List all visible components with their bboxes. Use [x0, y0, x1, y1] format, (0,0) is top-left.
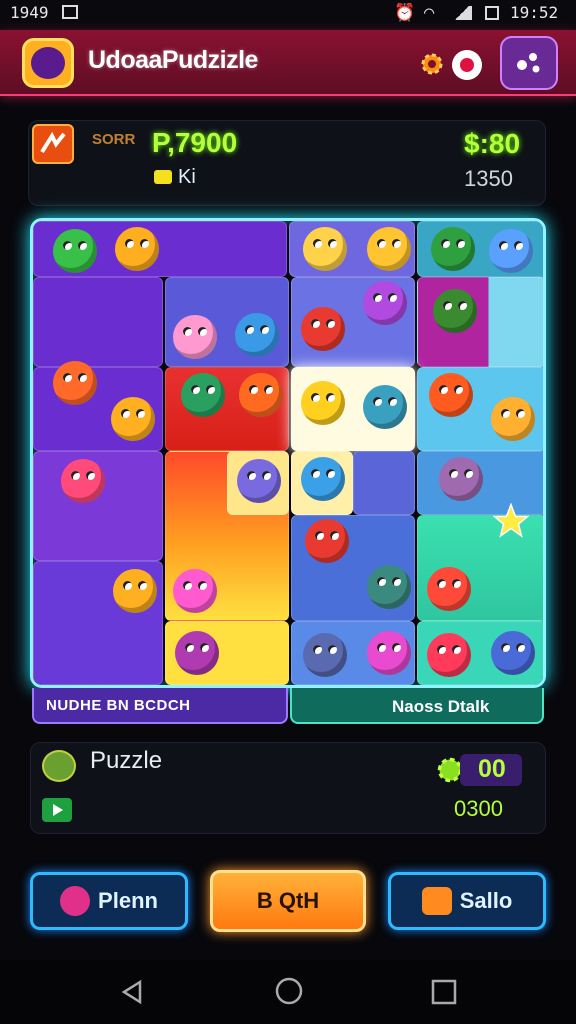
creature-icon [491, 631, 535, 675]
stats-label: SORR [92, 131, 136, 148]
creature-icon [173, 315, 217, 359]
creature-icon [363, 281, 407, 325]
center-action-label: B QtH [256, 888, 320, 913]
creature-icon [237, 459, 281, 503]
creature-icon [111, 397, 155, 441]
trophy-icon [32, 124, 74, 164]
creature-icon [173, 569, 217, 613]
sale-button-icon [421, 887, 452, 915]
play-button-label: Plenn [98, 888, 158, 913]
creature-icon [367, 631, 411, 675]
creature-icon [439, 457, 483, 501]
center-action-button[interactable]: B QtH [210, 870, 366, 932]
puzzle-board[interactable] [30, 218, 546, 688]
image-icon [62, 5, 78, 19]
creature-icon [367, 227, 411, 271]
info-title: Puzzle [90, 747, 163, 774]
creature-icon [429, 373, 473, 417]
coin-icon [154, 170, 172, 184]
puzzle-creature-icon [42, 750, 76, 782]
menu-button[interactable] [500, 36, 558, 90]
creature-icon [61, 459, 105, 503]
creature-icon [427, 633, 471, 677]
creature-icon [235, 313, 279, 357]
money-value: $:80 [464, 128, 521, 159]
creature-icon [489, 229, 533, 273]
puzzle-piece[interactable] [353, 451, 415, 515]
signal-icon [452, 6, 472, 20]
info-value: 0300 [454, 796, 503, 821]
creature-icon [301, 457, 345, 501]
creature-icon [363, 385, 407, 429]
creature-icon [175, 631, 219, 675]
score-value: P,7900 [152, 127, 238, 158]
creature-icon [301, 307, 345, 351]
sale-button[interactable]: Sallo [388, 872, 546, 930]
creature-icon [427, 567, 471, 611]
creature-icon [367, 565, 411, 609]
creature-icon [491, 397, 535, 441]
home-icon[interactable] [274, 976, 304, 1006]
logo-mark-icon [31, 47, 65, 79]
creature-icon [53, 361, 97, 405]
status-time-right: 19:52 [510, 3, 559, 22]
creature-icon [113, 569, 157, 613]
star-icon [493, 503, 529, 538]
recents-icon[interactable] [430, 978, 458, 1006]
creature-icon [433, 289, 477, 333]
play-button[interactable]: Plenn [30, 872, 188, 930]
navigation-bar [0, 960, 576, 1024]
battery-icon [485, 6, 499, 20]
board-caption-right: Naoss Dtalk [392, 697, 490, 716]
board-caption-left: NUDHE BN BCDCH [46, 697, 191, 714]
alarm-icon: ⏰ [394, 3, 416, 23]
sub-label: Ki [178, 166, 196, 188]
badge-value: 00 [478, 755, 506, 783]
creature-icon [305, 519, 349, 563]
creature-icon [431, 227, 475, 271]
puzzle-piece[interactable] [33, 277, 163, 367]
gear-icon[interactable] [420, 52, 444, 76]
wifi-icon: ◠ [424, 3, 435, 23]
count-value: 1350 [464, 166, 513, 191]
creature-icon [181, 373, 225, 417]
creature-icon [115, 227, 159, 271]
status-bar: 1949 ⏰ ◠ 19:52 [0, 0, 576, 26]
play-icon[interactable] [42, 798, 72, 822]
sale-button-label: Sallo [459, 888, 513, 913]
creature-icon [53, 229, 97, 273]
creature-icon [239, 373, 283, 417]
play-button-icon [60, 886, 91, 916]
app-header [0, 30, 576, 96]
app-title: UdoaaPudzizle [88, 46, 258, 74]
creature-icon [303, 227, 347, 271]
back-icon[interactable] [118, 978, 146, 1006]
record-icon[interactable] [452, 50, 482, 80]
status-time-left: 1949 [10, 3, 49, 22]
creature-icon [303, 633, 347, 677]
dots-icon [517, 53, 540, 73]
creature-icon [301, 381, 345, 425]
